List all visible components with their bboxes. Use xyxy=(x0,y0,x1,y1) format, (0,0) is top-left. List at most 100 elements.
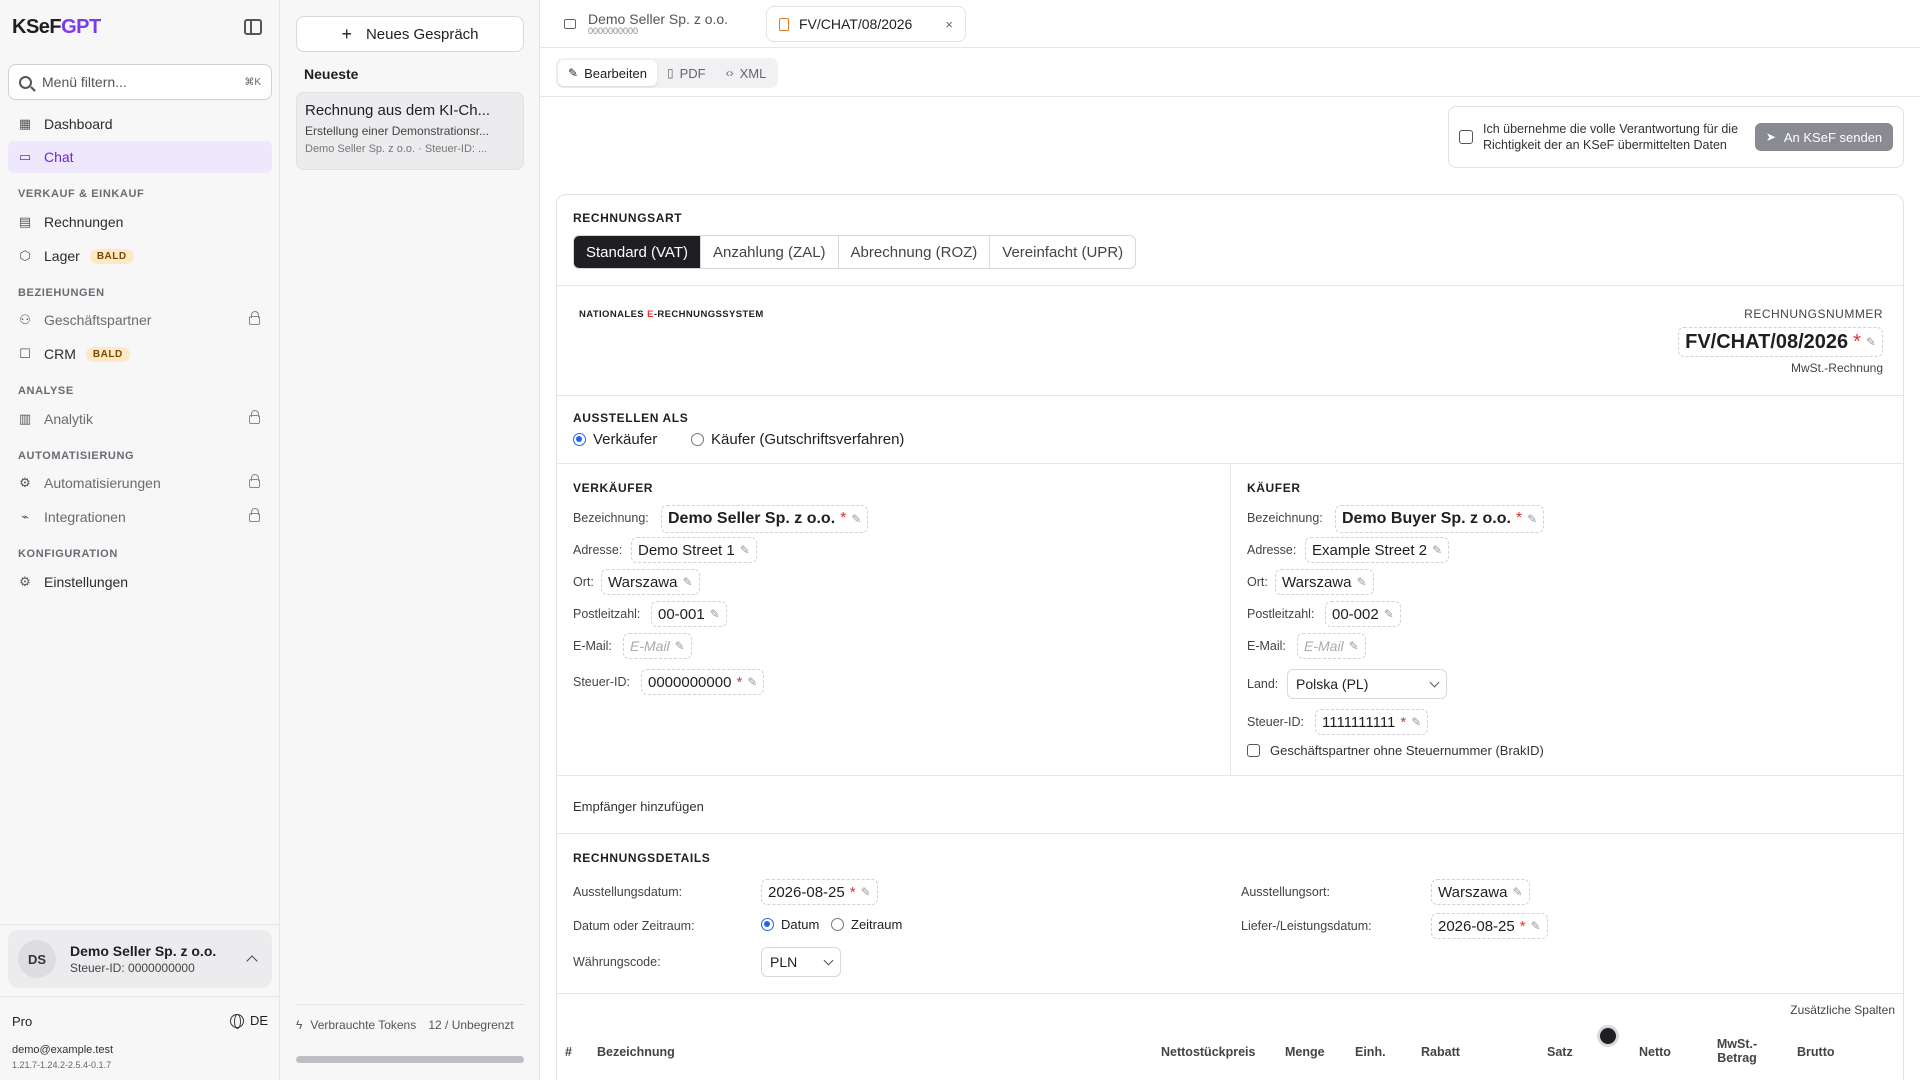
menu-filter-input[interactable]: Menü filtern... ⌘K xyxy=(8,64,272,100)
additional-columns-button[interactable]: Zusätzliche Spalten xyxy=(1790,1003,1895,1017)
pencil-icon: ✎ xyxy=(1411,715,1422,729)
seller-email-field[interactable]: E-Mail ✎ xyxy=(623,633,692,659)
mode-edit-button[interactable]: ✎ Bearbeiten xyxy=(558,60,657,86)
recent-heading: Neueste xyxy=(304,66,359,82)
sidebar-collapse-icon[interactable] xyxy=(244,19,262,35)
currency-select[interactable]: PLN xyxy=(761,947,841,977)
sidebar-item-invoices[interactable]: ▤ Rechnungen xyxy=(8,206,272,238)
pencil-icon: ✎ xyxy=(1383,607,1394,621)
app-logo[interactable]: KSeFGPT xyxy=(12,16,101,39)
language-switcher[interactable]: DE xyxy=(230,1013,269,1029)
globe-icon xyxy=(230,1013,244,1029)
seller-tax-field[interactable]: 0000000000 * ✎ xyxy=(641,669,765,695)
section-label-sales: VERKAUF & EINKAUF xyxy=(18,188,145,200)
buyer-email-field[interactable]: E-Mail ✎ xyxy=(1297,633,1366,659)
buyer-zip-field[interactable]: 00-002 ✎ xyxy=(1325,601,1401,627)
shortcut-hint: ⌘K xyxy=(244,76,261,88)
pencil-icon: ✎ xyxy=(1432,543,1443,557)
seller-city-field[interactable]: Warszawa ✎ xyxy=(601,569,700,595)
sidebar-item-label: Geschäftspartner xyxy=(44,312,152,328)
sidebar-item-label: Analytik xyxy=(44,411,94,427)
invoice-number-label: RECHNUNGSNUMMER xyxy=(1744,307,1883,321)
soon-badge: BALD xyxy=(85,346,130,362)
select-value: PLN xyxy=(770,954,798,970)
chat-list-item[interactable]: Rechnung aus dem KI-Ch... Erstellung ein… xyxy=(296,92,524,170)
pencil-icon: ✎ xyxy=(860,885,871,899)
seller-zip-field[interactable]: 00-001 ✎ xyxy=(651,601,727,627)
dashboard-icon: ▦ xyxy=(18,116,32,131)
mode-pdf-button[interactable]: ▯ PDF xyxy=(657,60,716,86)
type-settlement-option[interactable]: Abrechnung (ROZ) xyxy=(839,236,991,268)
sidebar-item-integrations[interactable]: ⌁ Integrationen xyxy=(8,501,272,533)
type-standard-option[interactable]: Standard (VAT) xyxy=(574,236,701,268)
radio-label: Zeitraum xyxy=(851,917,903,932)
invoice-type-selector: Standard (VAT) Anzahlung (ZAL) Abrechnun… xyxy=(573,235,1137,269)
sidebar-item-dashboard[interactable]: ▦ Dashboard xyxy=(8,108,272,140)
code-icon: ‹› xyxy=(725,66,734,80)
date-mode-date-radio[interactable]: Datum xyxy=(761,917,819,932)
pencil-icon: ✎ xyxy=(739,543,750,557)
radio-label: Käufer (Gutschriftsverfahren) xyxy=(711,431,905,448)
language-label: DE xyxy=(250,1013,269,1028)
search-icon xyxy=(19,75,32,89)
issue-place-field[interactable]: Warszawa ✎ xyxy=(1431,879,1530,905)
sidebar-item-chat[interactable]: ▭ Chat xyxy=(8,141,272,173)
date-mode-range-radio[interactable]: Zeitraum xyxy=(831,917,902,932)
tab-seller[interactable]: Demo Seller Sp. z o.o. 0000000000 xyxy=(552,6,752,42)
tab-invoice[interactable]: FV/CHAT/08/2026 × xyxy=(766,6,966,42)
details-heading: RECHNUNGSDETAILS xyxy=(573,851,711,865)
gear-icon: ⚙ xyxy=(19,574,31,589)
lock-icon xyxy=(249,507,260,522)
users-icon: ⚇ xyxy=(19,312,31,327)
required-icon: * xyxy=(1400,713,1407,731)
buyer-country-select[interactable]: Polska (PL) xyxy=(1287,669,1447,699)
type-advance-option[interactable]: Anzahlung (ZAL) xyxy=(701,236,839,268)
field-label: Adresse: xyxy=(573,543,623,557)
user-card[interactable]: DS Demo Seller Sp. z o.o. Steuer-ID: 000… xyxy=(8,930,272,988)
sidebar-item-label: Chat xyxy=(44,149,74,165)
consent-checkbox[interactable] xyxy=(1459,130,1473,144)
required-icon: * xyxy=(1519,917,1526,935)
new-chat-button[interactable]: + Neues Gespräch xyxy=(296,16,524,52)
sidebar-item-warehouse[interactable]: ⬡ Lager BALD xyxy=(8,240,272,272)
sidebar-item-crm[interactable]: ☐ CRM BALD xyxy=(8,338,272,370)
ksef-brand-label: NATIONALES E-RECHNUNGSSYSTEM xyxy=(579,309,764,320)
user-email: demo@example.test xyxy=(12,1044,114,1056)
sidebar-item-partners[interactable]: ⚇ Geschäftspartner xyxy=(8,304,272,336)
radio-checked-icon xyxy=(573,433,586,446)
pencil-icon: ✎ xyxy=(1356,575,1367,589)
issue-date-field[interactable]: 2026-08-25 * ✎ xyxy=(761,879,878,905)
issue-as-buyer-radio[interactable]: Käufer (Gutschriftsverfahren) xyxy=(691,431,904,448)
token-progress-fill xyxy=(296,1056,524,1063)
sidebar-item-automations[interactable]: ⚙ Automatisierungen xyxy=(8,467,272,499)
tokens-label: Verbrauchte Tokens xyxy=(310,1018,417,1032)
field-value: Demo Street 1 xyxy=(638,541,735,559)
buyer-address-field[interactable]: Example Street 2 ✎ xyxy=(1305,537,1450,563)
pencil-icon: ✎ xyxy=(1527,512,1538,526)
buyer-name-field[interactable]: Demo Buyer Sp. z o.o. * ✎ xyxy=(1335,505,1545,533)
tab-bar: Demo Seller Sp. z o.o. 0000000000 FV/CHA… xyxy=(540,0,1920,48)
chat-meta: Demo Seller Sp. z o.o. · Steuer-ID: ... xyxy=(305,143,488,155)
close-icon[interactable]: × xyxy=(945,17,953,32)
seller-address-field[interactable]: Demo Street 1 ✎ xyxy=(631,537,757,563)
sidebar-item-label: Integrationen xyxy=(44,509,126,525)
mode-xml-button[interactable]: ‹› XML xyxy=(716,60,777,86)
delivery-date-field[interactable]: 2026-08-25 * ✎ xyxy=(1431,913,1548,939)
send-to-ksef-button[interactable]: ➤ An KSeF senden xyxy=(1755,123,1893,151)
add-recipient-link[interactable]: Empfänger hinzufügen xyxy=(573,799,704,814)
buyer-no-tax-checkbox[interactable]: Geschäftspartner ohne Steuernummer (Brak… xyxy=(1247,743,1544,758)
divider xyxy=(557,993,1903,994)
buyer-city-field[interactable]: Warszawa ✎ xyxy=(1275,569,1374,595)
seller-name-field[interactable]: Demo Seller Sp. z o.o. * ✎ xyxy=(661,505,869,533)
issue-as-seller-radio[interactable]: Verkäufer xyxy=(573,431,657,448)
type-simplified-option[interactable]: Vereinfacht (UPR) xyxy=(990,236,1135,268)
field-value: Warszawa xyxy=(1438,883,1508,901)
field-label: Bezeichnung: xyxy=(1247,511,1323,525)
sidebar-item-settings[interactable]: ⚙ Einstellungen xyxy=(8,566,272,598)
sidebar-item-analytics[interactable]: ▥ Analytik xyxy=(8,403,272,435)
divider xyxy=(296,1004,524,1005)
buyer-tax-field[interactable]: 1111111111 * ✎ xyxy=(1315,709,1429,735)
invoice-number-field[interactable]: FV/CHAT/08/2026 * ✎ xyxy=(1678,327,1883,357)
divider xyxy=(557,775,1903,776)
field-value: 2026-08-25 xyxy=(1438,917,1515,935)
